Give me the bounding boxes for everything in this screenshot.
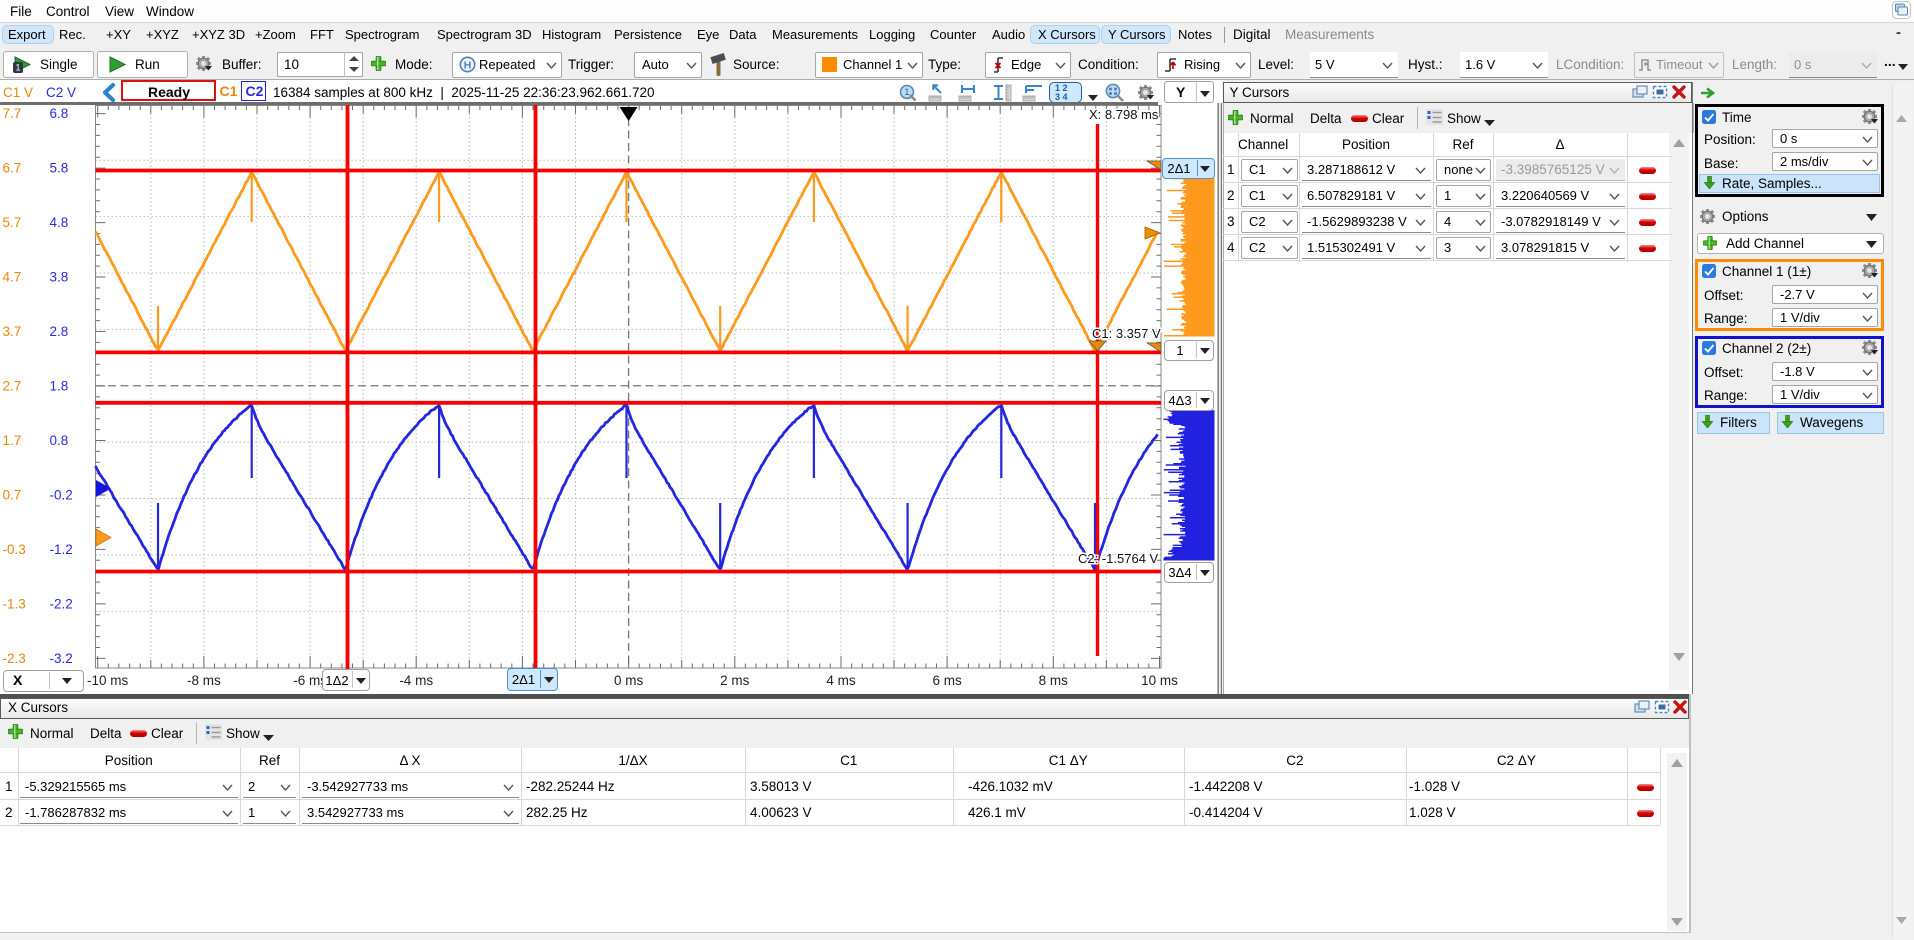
svg-text:-10 ms: -10 ms [87, 673, 129, 688]
svg-text:4.8: 4.8 [50, 215, 69, 230]
svg-text:-3.2: -3.2 [50, 651, 73, 666]
svg-text:-2.3: -2.3 [3, 651, 26, 666]
svg-text:2.8: 2.8 [50, 324, 69, 339]
svg-text:C2: -1.5764 V: C2: -1.5764 V [1078, 551, 1159, 566]
svg-text:-4 ms: -4 ms [399, 673, 433, 688]
svg-text:5.7: 5.7 [3, 215, 22, 230]
svg-text:6 ms: 6 ms [932, 673, 962, 688]
svg-text:-1.3: -1.3 [3, 596, 26, 611]
svg-text:0.8: 0.8 [50, 433, 69, 448]
svg-text:7.7: 7.7 [3, 106, 22, 121]
svg-text:1.7: 1.7 [3, 433, 22, 448]
svg-text:2.7: 2.7 [3, 379, 22, 394]
svg-text:4.7: 4.7 [3, 270, 22, 285]
svg-text:X: 8.798 ms: X: 8.798 ms [1089, 107, 1159, 122]
svg-text:8 ms: 8 ms [1039, 673, 1069, 688]
svg-text:-0.2: -0.2 [50, 488, 73, 503]
svg-text:6.7: 6.7 [3, 161, 22, 176]
svg-text:3.8: 3.8 [50, 270, 69, 285]
svg-text:1: 1 [905, 87, 910, 97]
svg-text:H: H [464, 59, 472, 71]
svg-text:0.7: 0.7 [3, 488, 22, 503]
svg-text:-2.2: -2.2 [50, 596, 73, 611]
svg-text:4 ms: 4 ms [826, 673, 856, 688]
svg-text:1.8: 1.8 [50, 379, 69, 394]
svg-text:2 ms: 2 ms [720, 673, 750, 688]
svg-text:10 ms: 10 ms [1141, 673, 1178, 688]
svg-text:-8 ms: -8 ms [187, 673, 221, 688]
svg-text:1: 1 [15, 63, 20, 73]
svg-text:3.7: 3.7 [3, 324, 22, 339]
svg-text:-0.3: -0.3 [3, 542, 26, 557]
svg-text:C1: 3.357 V: C1: 3.357 V [1092, 326, 1161, 341]
svg-text:6.8: 6.8 [50, 106, 69, 121]
svg-text:-1.2: -1.2 [50, 542, 73, 557]
svg-text:0 ms: 0 ms [614, 673, 644, 688]
svg-text:5.8: 5.8 [50, 161, 69, 176]
